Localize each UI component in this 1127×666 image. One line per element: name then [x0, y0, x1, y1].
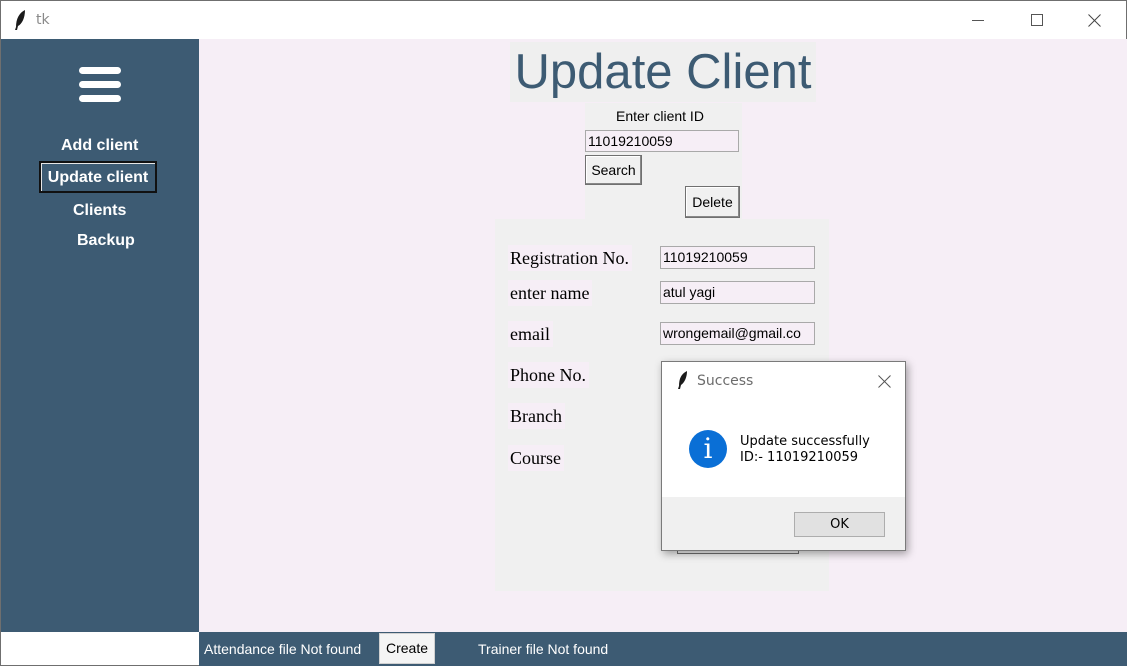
ok-button[interactable]: OK	[794, 512, 885, 537]
branch-label: Branch	[508, 403, 565, 429]
sidebar-item-clients[interactable]: Clients	[73, 202, 126, 220]
dialog-message-line2: ID:- 11019210059	[740, 450, 859, 465]
email-input[interactable]: wrongemail@gmail.co	[660, 322, 815, 345]
feather-icon	[678, 371, 687, 389]
maximize-button[interactable]	[1008, 1, 1066, 39]
sidebar-item-add-client[interactable]: Add client	[61, 137, 138, 155]
title-bar[interactable]: tk	[1, 1, 1126, 39]
trainer-status: Trainer file Not found	[478, 641, 609, 657]
page-title: Update Client	[510, 42, 816, 102]
registration-input[interactable]: 11019210059	[660, 246, 815, 269]
sidebar-item-update-client[interactable]: Update client	[39, 161, 157, 193]
window-title: tk	[36, 12, 50, 28]
name-label: enter name	[508, 280, 593, 306]
dialog-message-line1: Update successfully	[740, 434, 870, 449]
sidebar: Add client Update client Clients Backup	[1, 39, 199, 632]
dialog-message: Update successfully ID:- 11019210059	[740, 434, 870, 466]
sidebar-item-backup[interactable]: Backup	[77, 232, 135, 250]
info-icon: i	[689, 430, 727, 468]
name-input[interactable]: atul yagi	[660, 281, 815, 304]
dialog-footer: OK	[662, 497, 905, 550]
course-label: Course	[508, 445, 564, 471]
registration-label: Registration No.	[508, 245, 632, 271]
attendance-status: Attendance file Not found	[204, 641, 362, 657]
search-panel: Enter client ID 11019210059 Search Delet…	[585, 103, 742, 219]
app-window: tk Add client Update client Clients Back…	[0, 0, 1127, 666]
menu-icon[interactable]	[79, 67, 121, 103]
create-button[interactable]: Create	[379, 633, 435, 664]
dialog-title: Success	[697, 373, 754, 389]
email-label: email	[508, 321, 553, 347]
client-id-label: Enter client ID	[616, 108, 704, 124]
phone-label: Phone No.	[508, 362, 589, 388]
feather-icon	[15, 10, 25, 30]
status-bar: Attendance file Not found Create Trainer…	[199, 632, 1127, 666]
client-id-input[interactable]: 11019210059	[585, 130, 739, 152]
close-icon	[878, 375, 891, 388]
minimize-button[interactable]	[950, 1, 1008, 39]
close-icon	[1088, 14, 1101, 27]
close-button[interactable]	[1066, 1, 1124, 39]
success-dialog: Success i Update successfully ID:- 11019…	[661, 361, 906, 551]
dialog-close-button[interactable]	[870, 368, 898, 394]
search-button[interactable]: Search	[585, 155, 642, 185]
delete-button[interactable]: Delete	[685, 186, 740, 218]
